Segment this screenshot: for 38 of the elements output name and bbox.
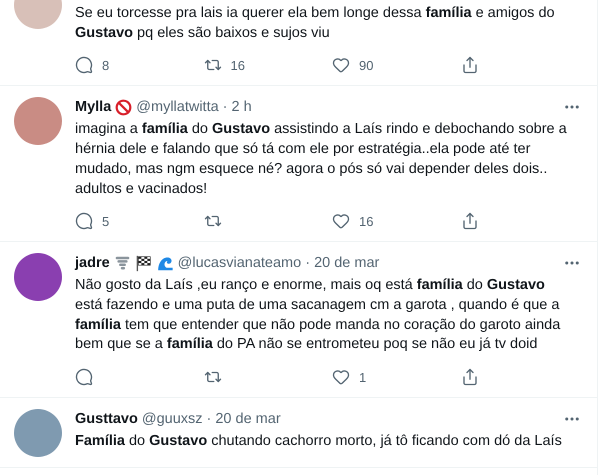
- tweet-text: Família do Gustavo chutando cachorro morto, já tô ficando com dó da Laís: [75, 432, 563, 452]
- action-count: 1: [359, 370, 366, 385]
- tornado-icon: [114, 254, 131, 272]
- action-count: 90: [359, 58, 374, 73]
- user-name[interactable]: Mylla: [75, 99, 112, 116]
- reply-icon[interactable]: [75, 56, 93, 74]
- heart-icon[interactable]: [332, 368, 350, 386]
- reply-icon[interactable]: [75, 212, 93, 230]
- avatar-photo-placeholder[interactable]: [14, 97, 62, 146]
- action-count: 8: [102, 58, 110, 73]
- share-icon[interactable]: [460, 212, 478, 230]
- user-handle[interactable]: @myllatwitta: [136, 99, 219, 116]
- tweet-text: Não gosto da Laís ,eu ranço e enorme, mais oq está família do Gustavo está fazendo e uma puta de uma sacanagem cm a garota , quando é que a família tem que entender que não pode manda no coração do garoto ainda bem que se a família do PA não se entrometeu poq se não eu já tv doid: [75, 276, 562, 354]
- action-count: 5: [102, 214, 110, 229]
- separator-dot: ·: [222, 99, 228, 116]
- separator-dot: ·: [305, 255, 310, 272]
- action-count: 16: [230, 58, 245, 73]
- heart-icon[interactable]: [332, 212, 350, 230]
- tweet-time[interactable]: 20 de mar: [314, 255, 380, 272]
- heart-icon[interactable]: [332, 56, 350, 74]
- avatar-photo-placeholder[interactable]: [14, 253, 62, 302]
- tweet-time[interactable]: 2 h: [232, 99, 252, 116]
- user-name[interactable]: Gusttavo: [75, 411, 138, 428]
- user-name[interactable]: jadre: [75, 255, 110, 272]
- separator-dot: ·: [206, 411, 212, 428]
- tweet-time[interactable]: 20 de mar: [215, 411, 281, 428]
- tweet-text: imagina a família do Gustavo assistindo a Laís rindo e debochando sobre a hérnia dele e falando que só tá com ele por estratégia..ela pode até ter mudado, mas ngm esquece né? agora o pós só vai depender deles dois.. adultos e vacinados!: [75, 120, 568, 199]
- avatar-photo-placeholder[interactable]: [14, 409, 62, 458]
- wave-icon: [156, 254, 174, 272]
- user-handle[interactable]: @lucasvianateamo: [178, 255, 302, 272]
- share-icon[interactable]: [460, 368, 478, 386]
- reply-icon[interactable]: [75, 368, 93, 386]
- user-handle[interactable]: @guuxsz: [142, 411, 203, 428]
- share-icon[interactable]: [460, 56, 478, 74]
- checkered-flag-icon: [134, 254, 152, 272]
- tweet-text: Se eu torcesse pra lais ia querer ela bem longe dessa família e amigos do Gustavo pq eles são baixos e sujos viu: [75, 4, 556, 43]
- prohibited-icon: [115, 98, 132, 116]
- action-count: 16: [359, 214, 374, 229]
